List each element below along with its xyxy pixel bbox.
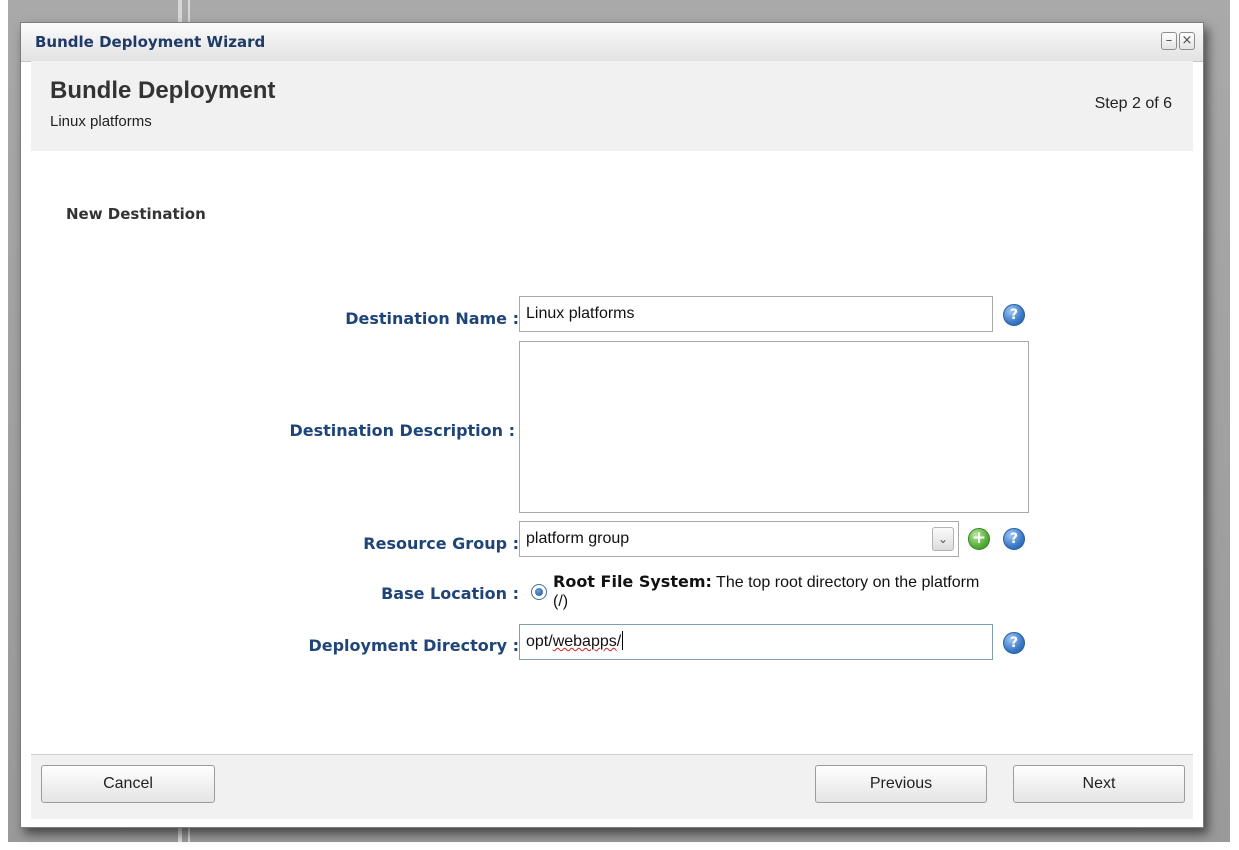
wizard-content: New Destination Destination Name : ? Des… <box>31 151 1193 754</box>
deployment-directory-value-spellcheck: webapps <box>552 633 617 650</box>
minimize-button[interactable]: – <box>1161 32 1177 50</box>
wizard-subtitle: Linux platforms <box>50 113 152 130</box>
bundle-deployment-wizard-dialog: Bundle Deployment Wizard – × Bundle Depl… <box>20 22 1204 828</box>
section-title: New Destination <box>66 205 206 223</box>
root-file-system-radio[interactable] <box>531 584 547 600</box>
cancel-button[interactable]: Cancel <box>41 765 215 803</box>
minimize-icon: – <box>1165 33 1173 48</box>
resource-group-selected-value: platform group <box>526 530 630 547</box>
dialog-titlebar[interactable]: Bundle Deployment Wizard – × <box>21 23 1203 62</box>
resource-group-label: Resource Group : <box>363 534 519 553</box>
next-button[interactable]: Next <box>1013 765 1185 803</box>
close-button[interactable]: × <box>1179 32 1195 50</box>
root-file-system-option-label[interactable]: Root File System: The top root directory… <box>553 572 993 611</box>
destination-name-label: Destination Name : <box>345 309 519 328</box>
wizard-footer: Cancel Previous Next <box>31 754 1193 819</box>
text-cursor <box>622 631 624 650</box>
destination-description-textarea[interactable] <box>519 341 1029 513</box>
help-icon[interactable]: ? <box>1003 528 1025 550</box>
help-icon[interactable]: ? <box>1003 304 1025 326</box>
wizard-header: Bundle Deployment Linux platforms Step 2… <box>31 61 1193 152</box>
deployment-directory-value-prefix: opt/ <box>526 633 553 650</box>
dialog-title: Bundle Deployment Wizard <box>35 33 266 51</box>
root-file-system-option-title: Root File System: <box>553 572 712 591</box>
previous-button[interactable]: Previous <box>815 765 987 803</box>
resource-group-select[interactable]: platform group ⌄ <box>519 521 959 557</box>
destination-name-input[interactable] <box>519 296 993 332</box>
deployment-directory-value-suffix: / <box>616 633 622 650</box>
wizard-title: Bundle Deployment <box>50 77 276 104</box>
chevron-down-icon[interactable]: ⌄ <box>932 527 954 551</box>
add-icon[interactable]: + <box>968 528 990 550</box>
close-icon: × <box>1181 33 1193 48</box>
deployment-directory-input[interactable]: opt/webapps/ <box>519 624 993 660</box>
help-icon[interactable]: ? <box>1003 632 1025 654</box>
wizard-step-indicator: Step 2 of 6 <box>1094 95 1172 112</box>
destination-description-label: Destination Description : <box>289 421 515 440</box>
base-location-label: Base Location : <box>381 584 519 603</box>
deployment-directory-label: Deployment Directory : <box>308 636 519 655</box>
